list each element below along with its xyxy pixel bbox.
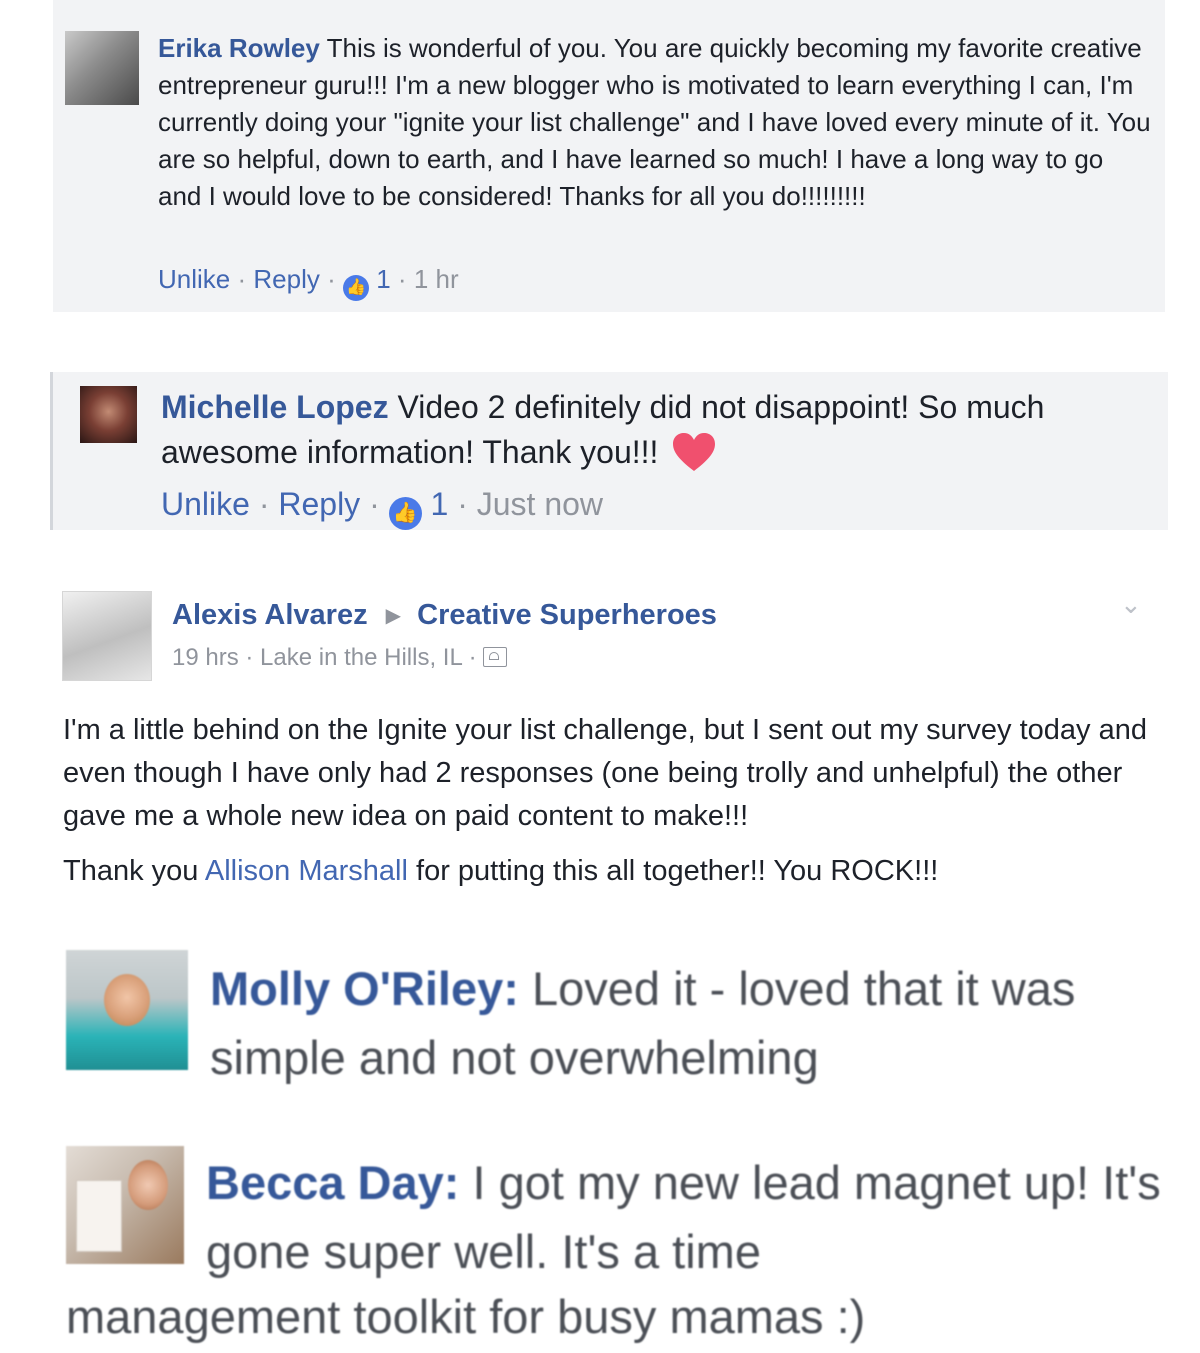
- testimonial-quote-continued: management toolkit for busy mamas :): [66, 1290, 866, 1343]
- testimonial-becca: Becca Day: I got my new lead magnet up! …: [0, 1138, 1200, 1353]
- reply-link[interactable]: Reply: [278, 486, 360, 522]
- unlike-link[interactable]: Unlike: [161, 486, 250, 522]
- reply-link[interactable]: Reply: [253, 264, 319, 294]
- group-post: Alexis Alvarez ▶ Creative Superheroes 19…: [0, 580, 1200, 900]
- post-text: for putting this all together!! You ROCK…: [407, 855, 939, 887]
- comment-author[interactable]: Michelle Lopez: [161, 389, 389, 425]
- post-header: Alexis Alvarez ▶ Creative Superheroes: [172, 597, 717, 634]
- post-time[interactable]: 19 hrs: [172, 644, 239, 671]
- comment-actions: Unlike · Reply · 👍 1 · Just now: [161, 484, 603, 530]
- avatar[interactable]: [80, 386, 137, 443]
- comment-body: Michelle Lopez Video 2 definitely did no…: [161, 385, 1151, 475]
- avatar: [66, 1146, 184, 1264]
- thumbs-up-icon[interactable]: 👍: [388, 497, 422, 530]
- post-text: Thank you: [63, 855, 205, 887]
- avatar[interactable]: [62, 591, 152, 681]
- chevron-down-icon[interactable]: ⌄: [1120, 591, 1146, 617]
- post-paragraph: I'm a little behind on the Ignite your l…: [63, 714, 1147, 832]
- avatar: [66, 950, 188, 1070]
- unlike-link[interactable]: Unlike: [158, 264, 230, 294]
- testimonial-molly: Molly O'Riley: Loved it - loved that it …: [0, 940, 1200, 1090]
- mention-link[interactable]: Allison Marshall: [205, 855, 408, 887]
- comment-body: Erika Rowley This is wonderful of you. Y…: [158, 30, 1153, 215]
- comment-erika: Erika Rowley This is wonderful of you. Y…: [53, 0, 1165, 312]
- heart-icon: [673, 433, 716, 471]
- testimonial-text: Becca Day: I got my new lead magnet up! …: [206, 1148, 1166, 1286]
- comment-author[interactable]: Erika Rowley: [158, 33, 320, 63]
- post-meta: 19 hrs · Lake in the Hills, IL ·: [172, 642, 508, 674]
- post-author[interactable]: Alexis Alvarez: [172, 599, 368, 631]
- comment-actions: Unlike · Reply · 👍 1 · 1 hr: [158, 262, 459, 301]
- post-group[interactable]: Creative Superheroes: [417, 599, 717, 631]
- avatar[interactable]: [65, 31, 139, 105]
- thumbs-up-icon[interactable]: 👍: [342, 275, 369, 301]
- testimonial-author: Molly O'Riley:: [210, 962, 519, 1015]
- like-count[interactable]: 1: [431, 486, 449, 522]
- testimonial-author: Becca Day:: [206, 1156, 460, 1209]
- audience-icon[interactable]: [483, 647, 508, 667]
- triangle-right-icon: ▶: [385, 605, 402, 627]
- post-location[interactable]: Lake in the Hills, IL: [260, 644, 462, 671]
- post-paragraph: Thank you Allison Marshall for putting t…: [63, 850, 1173, 893]
- comment-michelle: Michelle Lopez Video 2 definitely did no…: [50, 372, 1168, 530]
- comment-time[interactable]: Just now: [477, 486, 603, 522]
- testimonial-text: Molly O'Riley: Loved it - loved that it …: [210, 954, 1170, 1092]
- like-count[interactable]: 1: [376, 264, 390, 294]
- comment-time[interactable]: 1 hr: [414, 264, 459, 294]
